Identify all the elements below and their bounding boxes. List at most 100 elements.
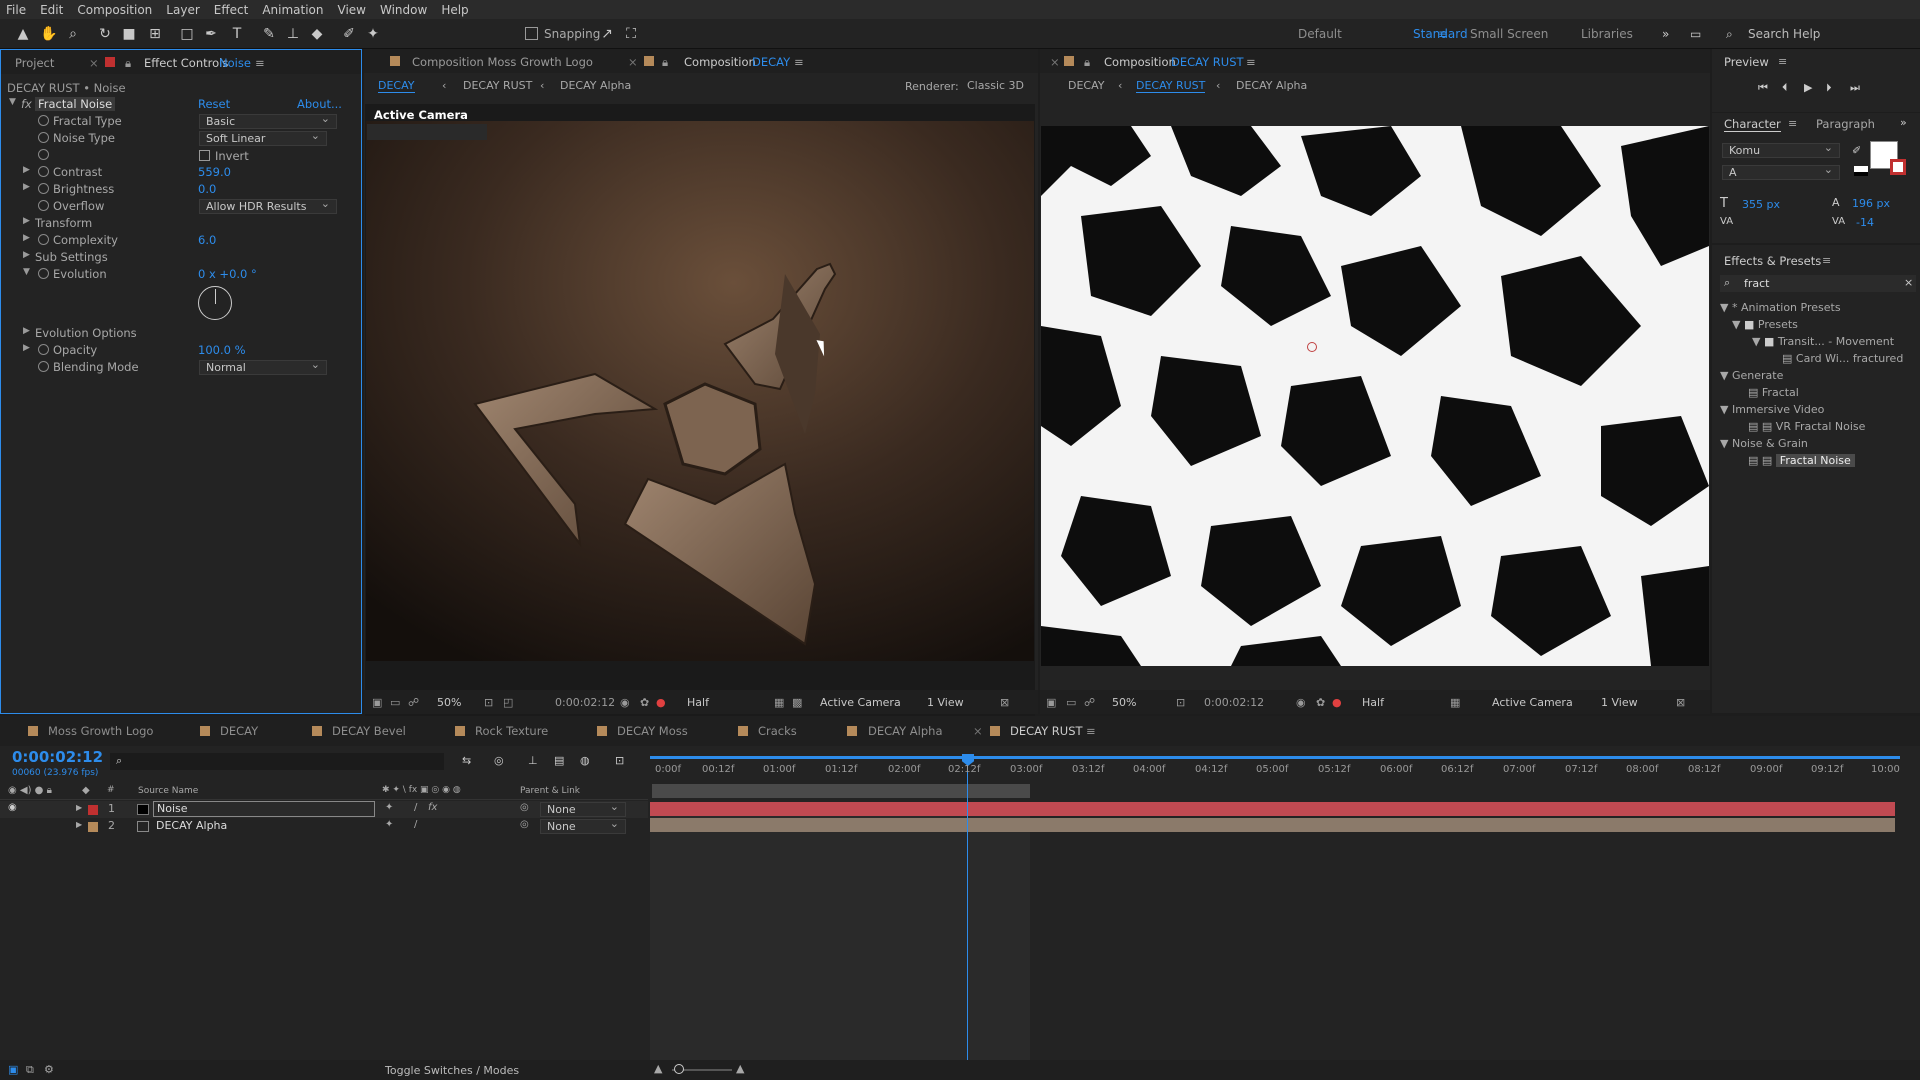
zoom-tool-icon[interactable]: ⌕ (62, 23, 84, 45)
stroke-color-swatch[interactable] (1890, 159, 1906, 175)
zoom-dropdown[interactable]: 50% (1112, 696, 1136, 709)
tracking-value[interactable]: -14 (1856, 216, 1874, 229)
toggle-pixel-icon[interactable]: ⊠ (1676, 696, 1685, 709)
opacity-value[interactable]: 100.0 % (198, 343, 246, 357)
tree-immersive-video[interactable]: ▼ Immersive Video (1720, 403, 1824, 419)
shape-tool-icon[interactable]: □ (176, 23, 198, 45)
stopwatch-icon[interactable] (38, 149, 49, 160)
type-tool-icon[interactable]: T (226, 23, 248, 45)
first-frame-icon[interactable]: ⏮ (1758, 81, 1768, 95)
close-icon[interactable]: × (628, 55, 638, 69)
region-icon[interactable]: ◰ (503, 696, 513, 709)
font-style-dropdown[interactable]: A (1722, 163, 1840, 180)
snapshot-icon[interactable]: ◉ (620, 696, 630, 709)
workspace-menu-icon[interactable]: ≡ (1438, 27, 1448, 41)
contrast-value[interactable]: 559.0 (198, 165, 231, 179)
about-button[interactable]: About... (297, 97, 342, 111)
complexity-value[interactable]: 6.0 (198, 233, 216, 247)
more-workspaces-icon[interactable]: » (1662, 27, 1669, 41)
stopwatch-icon[interactable] (38, 234, 49, 245)
breadcrumb-decay-rust[interactable]: DECAY RUST (1136, 79, 1206, 93)
panel-menu-icon[interactable]: ≡ (1086, 724, 1096, 738)
tab-project[interactable]: Project (15, 56, 54, 70)
lock-icon[interactable]: 🔒︎ (1084, 55, 1090, 70)
panel-menu-icon[interactable]: ≡ (1246, 55, 1256, 69)
close-icon[interactable]: × (1050, 55, 1060, 69)
reset-button[interactable]: Reset (198, 97, 230, 111)
prev-frame-icon[interactable]: ⏴ (1782, 81, 1788, 95)
panel-menu-icon[interactable]: ≡ (255, 56, 265, 70)
zoom-out-icon[interactable]: ▲ (654, 1062, 662, 1075)
mask-icon[interactable]: ☍ (1084, 696, 1095, 709)
panel-menu-icon[interactable]: ≡ (1788, 117, 1797, 130)
breadcrumb-decay-alpha[interactable]: DECAY Alpha (560, 79, 631, 92)
effects-search-box[interactable]: ⌕ fract × (1720, 275, 1916, 292)
stopwatch-icon[interactable] (38, 166, 49, 177)
resolution-dropdown[interactable]: Half (1362, 696, 1384, 709)
layer-bar-noise[interactable] (650, 802, 1895, 816)
always-preview-icon[interactable]: ▣ (372, 696, 382, 709)
pen-tool-icon[interactable]: ✒ (200, 23, 222, 45)
clone-stamp-tool-icon[interactable]: ⊥ (282, 23, 304, 45)
tab-comp-moss-growth-logo[interactable]: Composition Moss Growth Logo (412, 55, 593, 69)
fx-icon[interactable]: fx (21, 97, 32, 111)
brush-tool-icon[interactable]: ✎ (258, 23, 280, 45)
menu-file[interactable]: File (6, 3, 26, 17)
fx-switch-icon[interactable]: fx (428, 802, 437, 813)
snap-options-icon[interactable]: ↗ (596, 23, 618, 45)
frame-blending-icon[interactable]: ▤ (554, 754, 564, 767)
panel-layout-icon[interactable]: ▭ (1690, 27, 1701, 41)
timeline-current-time[interactable]: 0:00:02:12 (12, 748, 103, 766)
menu-effect[interactable]: Effect (214, 3, 249, 17)
snapshot-icon[interactable]: ◉ (1296, 696, 1306, 709)
tree-presets[interactable]: ▼ ■ Presets (1732, 318, 1798, 334)
workspace-libraries[interactable]: Libraries (1581, 27, 1633, 41)
tl-tab-decay-bevel[interactable]: DECAY Bevel (332, 724, 406, 738)
panel-menu-icon[interactable]: ≡ (1778, 55, 1787, 68)
transparency-grid-icon[interactable]: ▦ (774, 696, 784, 709)
font-family-dropdown[interactable]: Komu (1722, 141, 1840, 158)
brightness-value[interactable]: 0.0 (198, 182, 216, 196)
shy-switch-icon[interactable]: ✦ (385, 802, 393, 813)
camera-tool-icon[interactable]: ■ (118, 23, 140, 45)
transfer-controls-icon[interactable]: ⧉ (26, 1063, 34, 1077)
tree-vr-fractal-noise[interactable]: ▤ ▤ VR Fractal Noise (1748, 420, 1865, 436)
snap-target-icon[interactable]: ⛶ (620, 23, 642, 45)
view-layout-dropdown[interactable]: 1 View (1601, 696, 1638, 709)
workspace-small-screen[interactable]: Small Screen (1470, 27, 1548, 41)
layer-bar-decay-alpha[interactable] (650, 818, 1895, 832)
lock-icon[interactable]: 🔒︎ (125, 56, 131, 71)
tab-comp-decay[interactable]: Composition (684, 55, 756, 69)
tree-fractal[interactable]: ▤ Fractal (1748, 386, 1799, 402)
eraser-tool-icon[interactable]: ◆ (306, 23, 328, 45)
breadcrumb-decay[interactable]: DECAY (1068, 79, 1105, 92)
next-frame-icon[interactable]: ⏵ (1826, 81, 1832, 95)
close-icon[interactable]: × (973, 724, 983, 738)
menu-layer[interactable]: Layer (166, 3, 199, 17)
shy-switch-icon[interactable]: ✦ (385, 819, 393, 830)
show-snapshot-icon[interactable]: ✿ (640, 696, 649, 709)
tree-card-wipe-fractured[interactable]: ▤ Card Wi... fractured (1782, 352, 1903, 368)
expand-arrow-icon[interactable]: ▶ (76, 803, 82, 812)
invert-checkbox[interactable] (199, 150, 210, 161)
anchor-point-icon[interactable] (1307, 342, 1317, 352)
quality-switch-icon[interactable]: / (414, 802, 417, 813)
tab-paragraph[interactable]: Paragraph (1816, 117, 1875, 131)
breadcrumb-decay-alpha[interactable]: DECAY Alpha (1236, 79, 1307, 92)
overflow-dropdown[interactable]: Allow HDR Results (199, 197, 337, 214)
black-white-swatch[interactable] (1854, 166, 1868, 176)
font-size-value[interactable]: 355 px (1742, 198, 1780, 211)
parent-dropdown[interactable]: None (540, 817, 626, 834)
draft-3d-icon[interactable]: ◎ (494, 754, 504, 767)
show-snapshot-icon[interactable]: ✿ (1316, 696, 1325, 709)
rotate-tool-icon[interactable]: ↻ (94, 23, 116, 45)
table-row[interactable]: ▶ 2 DECAY Alpha ✦ / ◎ None (0, 817, 648, 835)
eyedropper-icon[interactable]: ✐ (1852, 144, 1861, 157)
monitor-icon[interactable]: ▭ (390, 696, 400, 709)
menu-animation[interactable]: Animation (262, 3, 323, 17)
workspace-default[interactable]: Default (1298, 27, 1342, 41)
menu-help[interactable]: Help (441, 3, 468, 17)
motion-blur-icon[interactable]: ◍ (580, 754, 590, 767)
hand-tool-icon[interactable]: ✋ (38, 23, 60, 45)
stopwatch-icon[interactable] (38, 132, 49, 143)
